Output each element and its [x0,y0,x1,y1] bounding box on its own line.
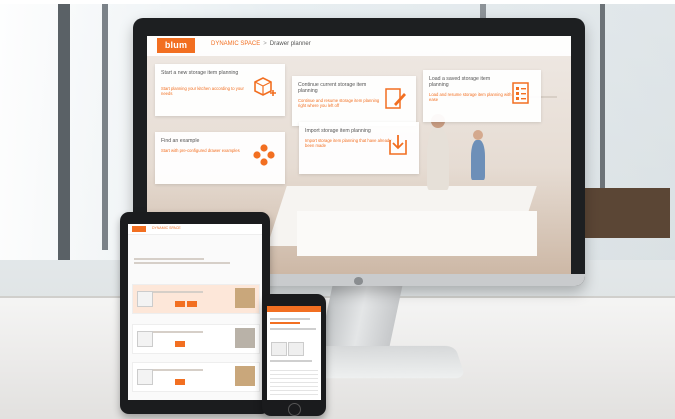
tile-title: Continue current storage item planning [298,82,367,95]
orange-button[interactable] [175,379,185,385]
tile-find-example[interactable]: Find an example Start with pre-configure… [155,132,285,184]
drawer-thumbnail [137,291,153,307]
phone-header [267,306,321,312]
phone-screen [267,306,321,400]
person-child [471,130,485,180]
tablet-device: DYNAMIC SPACE [120,212,270,414]
tile-desc: Load and resume storage item planning wi… [429,92,512,103]
product-image [235,366,255,386]
tile-desc: Continue and resume storage item plannin… [298,98,380,109]
orange-button[interactable] [175,341,185,347]
data-table [270,370,318,396]
window-frame [102,0,108,250]
breadcrumb: DYNAMIC SPACE > Drawer planner [211,41,311,47]
tablet-header: DYNAMIC SPACE [128,224,262,235]
text-line [270,318,310,320]
orange-button[interactable] [187,301,197,307]
drawer-thumbnail [137,331,153,347]
tile-load-planning[interactable]: Load a saved storage item planning Load … [423,70,541,122]
tile-desc: Start planning your kitchen according to… [161,86,244,97]
breadcrumb-current: Drawer planner [269,41,311,47]
monitor-stand-neck [319,286,403,346]
tile-title: Find an example [161,138,200,144]
text-line [270,322,300,324]
person-woman [427,114,449,190]
list-item[interactable] [132,324,260,354]
text-line [153,291,203,293]
tile-title: Start a new storage item planning [161,70,239,76]
tile-title: Import storage item planning [305,128,371,134]
tile-import-planning[interactable]: Import storage item planning Import stor… [299,122,419,174]
tile-continue-planning[interactable]: Continue current storage item planning C… [292,76,416,126]
tablet-intro [132,252,258,270]
top-strip [0,0,675,4]
smartphone-device [262,294,326,416]
tile-desc: Import storage item planning that have a… [305,138,392,149]
window-frame [58,0,70,260]
product-image [235,328,255,348]
kitchen-counter [297,211,537,256]
site-header: blum DYNAMIC SPACE > Drawer planner [147,36,571,56]
cube-plus-icon [254,77,276,96]
text-line [270,328,316,330]
drawer-thumbnail[interactable] [288,342,304,356]
drawer-thumbnail[interactable] [271,342,287,356]
breadcrumb-link[interactable]: DYNAMIC SPACE [211,41,260,47]
tile-new-planning[interactable]: Start a new storage item planning Start … [155,64,285,116]
blum-logo[interactable]: blum [157,38,195,53]
tablet-screen: DYNAMIC SPACE [128,224,262,400]
list-item[interactable] [132,362,260,392]
text-line [134,262,230,264]
list-document-icon [512,82,529,104]
text-line [270,360,312,362]
tile-title: Load a saved storage item planning [429,76,491,89]
dots-cluster-icon [253,144,275,166]
drawer-thumbnail [137,369,153,385]
home-button[interactable] [288,403,301,416]
blum-logo[interactable] [132,226,146,232]
apple-logo-icon [354,277,363,285]
window-frame [600,0,605,210]
product-image [235,288,255,308]
tile-desc: Start with pre-configured drawer example… [161,148,240,153]
text-line [153,369,203,371]
edit-document-icon [385,88,406,109]
import-icon [389,135,407,155]
list-item[interactable] [132,284,260,314]
text-line [153,331,203,333]
text-line [134,258,204,260]
tablet-breadcrumb[interactable]: DYNAMIC SPACE [152,226,181,230]
orange-button[interactable] [175,301,185,307]
